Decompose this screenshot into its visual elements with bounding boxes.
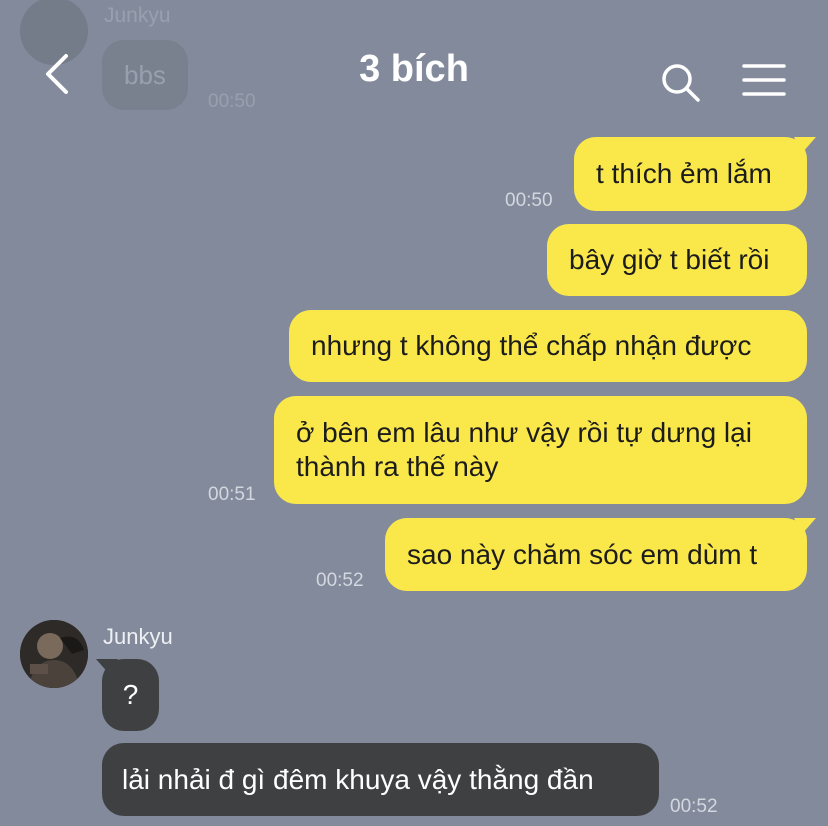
bubble-tail xyxy=(96,659,118,675)
outgoing-message[interactable]: sao này chăm sóc em dùm t xyxy=(385,518,807,591)
chat-header: 3 bích xyxy=(0,0,828,130)
bubble-tail xyxy=(794,518,816,534)
outgoing-message[interactable]: ở bên em lâu như vậy rồi tự dưng lại thà… xyxy=(274,396,807,504)
message-text: t thích ẻm lắm xyxy=(596,158,772,189)
chat-title: 3 bích xyxy=(359,48,469,90)
message-text: ? xyxy=(122,679,139,710)
message-text: bây giờ t biết rồi xyxy=(569,244,770,275)
search-button[interactable] xyxy=(660,62,702,104)
avatar[interactable] xyxy=(20,620,88,688)
message-time: 00:51 xyxy=(208,484,256,505)
outgoing-message[interactable]: t thích ẻm lắm xyxy=(574,137,807,211)
menu-button[interactable] xyxy=(742,63,786,97)
search-icon xyxy=(662,64,700,102)
sender-name: Junkyu xyxy=(103,624,173,649)
avatar-photo xyxy=(20,620,88,688)
message-time: 00:52 xyxy=(316,570,364,591)
bubble-tail xyxy=(794,137,816,153)
message-text: nhưng t không thể chấp nhận được xyxy=(311,330,752,361)
message-time: 00:50 xyxy=(505,190,553,211)
message-text: lải nhải đ gì đêm khuya vậy thằng đần xyxy=(122,763,594,795)
outgoing-message[interactable]: bây giờ t biết rồi xyxy=(547,224,807,296)
incoming-message[interactable]: lải nhải đ gì đêm khuya vậy thằng đần xyxy=(102,743,659,816)
message-text: sao này chăm sóc em dùm t xyxy=(407,538,758,570)
message-text: ở bên em lâu như vậy rồi tự dưng lại thà… xyxy=(296,417,752,482)
hamburger-menu-icon xyxy=(742,64,786,96)
outgoing-message[interactable]: nhưng t không thể chấp nhận được xyxy=(289,310,807,382)
message-time: 00:52 xyxy=(670,796,718,817)
